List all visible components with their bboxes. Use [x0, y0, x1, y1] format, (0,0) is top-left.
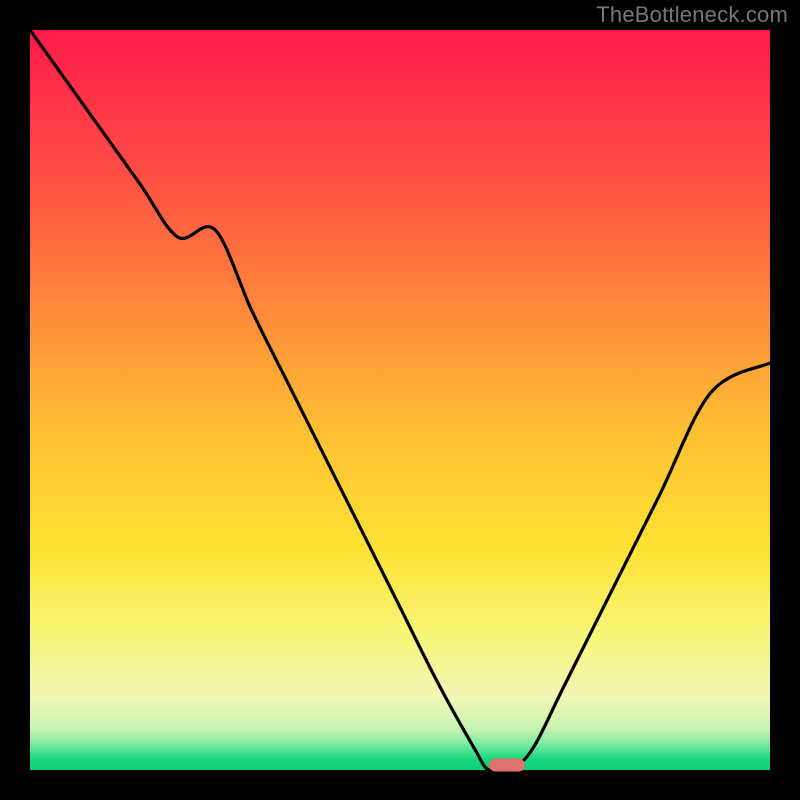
bottleneck-chart — [30, 30, 770, 770]
chart-frame: TheBottleneck.com — [0, 0, 800, 800]
plot-area — [30, 30, 770, 770]
watermark-text: TheBottleneck.com — [596, 2, 788, 28]
optimal-marker — [489, 758, 525, 771]
gradient-background — [30, 30, 770, 770]
